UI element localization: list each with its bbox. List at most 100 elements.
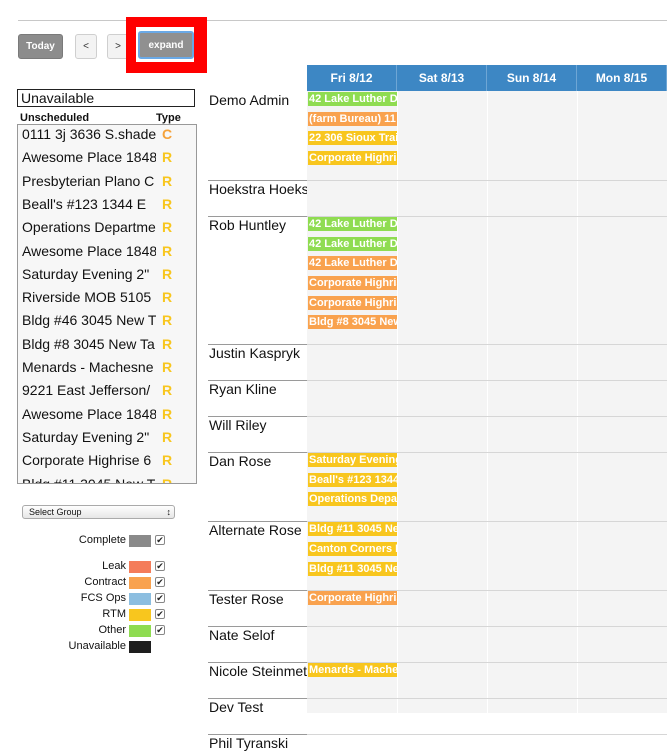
legend-swatch <box>129 535 151 547</box>
unscheduled-filter-input[interactable]: Unavailable <box>17 89 195 107</box>
list-item[interactable]: Operations Departme R <box>18 218 196 241</box>
list-item-type: R <box>162 149 173 166</box>
calendar-event[interactable]: Corporate Highrise <box>308 295 397 310</box>
resource-name[interactable]: Justin Kaspryk <box>209 345 307 361</box>
resource-name[interactable]: Will Riley <box>209 417 307 433</box>
legend-swatch <box>129 625 151 637</box>
resource-name[interactable]: Phil Tyranski <box>209 735 307 751</box>
day-header[interactable]: Fri 8/12 <box>307 65 397 91</box>
today-button[interactable]: Today <box>18 34 63 59</box>
resource-name[interactable]: Alternate Rose <box>209 522 307 538</box>
calendar-event[interactable]: Beall's #123 1344 <box>308 472 397 487</box>
list-item-type: R <box>162 242 173 259</box>
list-item[interactable]: Beall's #123 1344 E R <box>18 195 196 218</box>
calendar-event[interactable]: Corporate Highrise <box>308 591 397 606</box>
list-item[interactable]: 0111 3j 3636 S.shade C <box>18 125 196 148</box>
calendar-event[interactable]: Bldg #11 3045 New <box>308 522 397 537</box>
list-item[interactable]: Awesome Place 1848 R <box>18 405 196 428</box>
resource-name[interactable]: Nicole Steinmetz <box>209 663 307 679</box>
calendar-event[interactable]: Corporate Highrise <box>308 151 397 166</box>
calendar-event[interactable]: 42 Lake Luther Dr <box>308 92 397 106</box>
list-item[interactable]: Saturday Evening 2" R <box>18 428 196 451</box>
list-item[interactable]: Corporate Highrise 6 R <box>18 451 196 474</box>
list-item-name: Bldg #11 3045 New T <box>22 475 156 484</box>
column-divider <box>397 91 398 713</box>
day-header[interactable]: Sun 8/14 <box>487 65 577 91</box>
expand-button[interactable]: expand <box>138 31 194 59</box>
resource-name[interactable]: Dan Rose <box>209 453 307 469</box>
legend-checkbox[interactable]: ✔ <box>155 593 165 603</box>
legend-item: Complete ✔ <box>0 534 170 548</box>
list-item[interactable]: Awesome Place 1848 R <box>18 148 196 171</box>
calendar-event[interactable]: Operations Depart <box>308 492 397 507</box>
legend-checkbox[interactable]: ✔ <box>155 609 165 619</box>
legend-label: Leak <box>102 560 126 572</box>
type-column-header: Type <box>156 112 181 124</box>
list-item[interactable]: Bldg #46 3045 New T R <box>18 311 196 334</box>
list-item-type: R <box>162 219 173 236</box>
list-item[interactable]: Awesome Place 1848 R <box>18 242 196 265</box>
row-divider <box>307 626 667 628</box>
legend-item: Unavailable <box>0 640 170 654</box>
resource-name[interactable]: Ryan Kline <box>209 381 307 397</box>
day-column[interactable] <box>307 91 397 713</box>
list-item-type: R <box>162 382 173 399</box>
list-item-name: 0111 3j 3636 S.shade <box>22 126 156 142</box>
calendar-event[interactable]: 42 Lake Luther Dr <box>308 256 397 271</box>
list-item-name: Bldg #8 3045 New Ta <box>22 335 155 352</box>
previous-button[interactable]: < <box>75 34 97 59</box>
list-item[interactable]: 9221 East Jefferson/R <box>18 381 196 404</box>
list-item-name: 9221 East Jefferson/ <box>22 382 151 399</box>
calendar-event[interactable]: Saturday Evening <box>308 453 397 467</box>
calendar-event[interactable]: Bldg #8 3045 New <box>308 315 397 330</box>
list-item-name: Awesome Place 1848 <box>22 149 156 166</box>
day-column[interactable] <box>487 91 577 713</box>
legend-item: Leak ✔ <box>0 560 170 574</box>
unscheduled-list[interactable]: 0111 3j 3636 S.shade C Awesome Place 1848 R… <box>17 124 197 484</box>
calendar-event[interactable]: Canton Corners R <box>308 541 397 556</box>
list-item-name: Presbyterian Plano C <box>22 172 155 189</box>
list-item[interactable]: Riverside MOB 5105 R <box>18 288 196 311</box>
list-item-name: Saturday Evening 2" <box>22 428 150 445</box>
legend-swatch <box>129 609 151 621</box>
list-item[interactable]: Bldg #8 3045 New Ta R <box>18 335 196 358</box>
list-item-type: R <box>162 289 173 306</box>
day-header[interactable]: Mon 8/15 <box>577 65 667 91</box>
row-divider <box>307 416 667 417</box>
list-item-name: Menards - Machesne <box>22 359 154 375</box>
legend-checkbox[interactable]: ✔ <box>155 625 165 635</box>
list-item[interactable]: Presbyterian Plano C R <box>18 172 196 195</box>
day-column[interactable] <box>577 91 667 713</box>
row-divider <box>307 179 667 181</box>
calendar-event[interactable]: 22 306 Sioux Trail <box>308 131 397 146</box>
calendar-event[interactable]: 42 Lake Luther Dr <box>308 216 397 231</box>
calendar-event[interactable]: 42 Lake Luther Dr <box>308 236 397 251</box>
day-header[interactable]: Sat 8/13 <box>397 65 487 91</box>
list-item-name: Corporate Highrise 6 <box>22 452 152 469</box>
legend-swatch <box>129 577 151 589</box>
resource-name[interactable]: Demo Admin <box>209 92 307 108</box>
list-item-name: Operations Departme <box>22 219 156 236</box>
legend-item: Other ✔ <box>0 624 170 638</box>
list-item[interactable]: Bldg #11 3045 New T R <box>18 475 196 484</box>
row-divider <box>307 698 667 700</box>
legend-checkbox[interactable]: ✔ <box>155 577 165 587</box>
legend-swatch <box>129 641 151 653</box>
select-group-dropdown[interactable]: Select Group ↕ <box>22 505 175 519</box>
resource-name[interactable]: Hoekstra Hoekstra <box>209 181 307 197</box>
resource-name[interactable]: Nate Selof <box>209 627 307 643</box>
calendar-event[interactable]: Corporate Highrise <box>308 275 397 290</box>
resource-name[interactable]: Rob Huntley <box>209 217 307 233</box>
day-column[interactable] <box>397 91 487 713</box>
resource-name[interactable]: Tester Rose <box>209 591 307 607</box>
legend-checkbox[interactable]: ✔ <box>155 561 165 571</box>
calendar-event[interactable]: Bldg #11 3045 New <box>308 561 397 576</box>
row-divider <box>307 734 667 736</box>
unscheduled-column-header: Unscheduled <box>20 112 90 124</box>
legend-checkbox[interactable]: ✔ <box>155 535 165 545</box>
list-item[interactable]: Saturday Evening 2" R <box>18 265 196 288</box>
row-divider <box>307 344 667 345</box>
calendar-event[interactable]: (farm Bureau) 11 <box>308 111 397 126</box>
list-item[interactable]: Menards - Machesne R <box>18 358 196 381</box>
calendar-event[interactable]: Menards - Machesney <box>308 663 397 678</box>
